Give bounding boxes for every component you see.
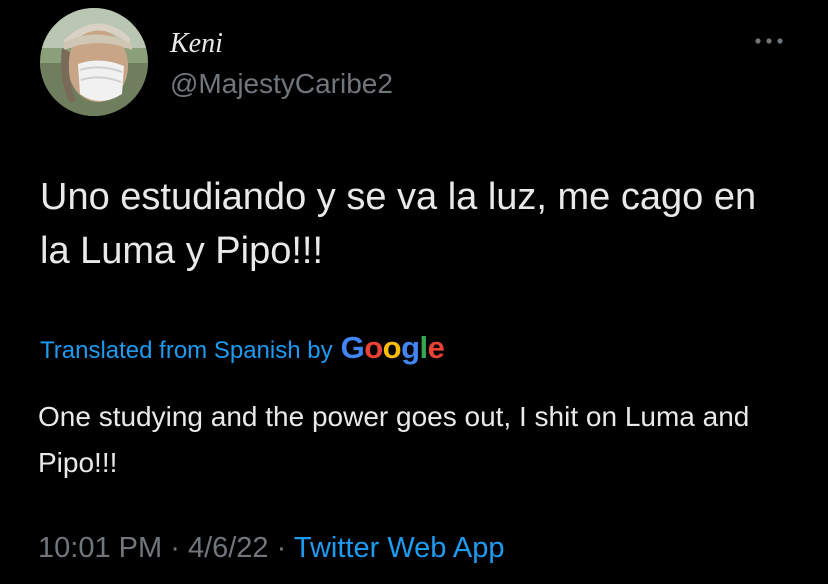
google-logo-letter: l — [419, 330, 429, 365]
google-logo-letter: g — [401, 330, 420, 365]
google-logo-letter: e — [427, 330, 445, 365]
author-handle[interactable]: @MajestyCaribe2 — [170, 68, 393, 100]
tweet-time[interactable]: 10:01 PM — [38, 532, 162, 564]
avatar[interactable] — [40, 8, 148, 116]
translation-label-link[interactable]: Translated from Spanish by — [40, 337, 333, 365]
tweet-source-link[interactable]: Twitter Web App — [294, 532, 505, 564]
more-options-button[interactable] — [752, 26, 786, 56]
google-logo: Google — [341, 330, 445, 366]
avatar-photo — [40, 8, 148, 116]
google-logo-letter: o — [364, 330, 383, 365]
google-logo-letter: G — [340, 330, 365, 365]
translated-text: One studying and the power goes out, I s… — [38, 401, 750, 478]
translation-attribution: Translated from Spanish by Google — [40, 330, 445, 366]
meta-separator: · — [276, 532, 287, 564]
tweet-text: Uno estudiando y se va la luz, me cago e… — [40, 176, 757, 272]
meta-separator: · — [170, 532, 180, 564]
tweet-metadata: 10:01 PM · 4/6/22 · Twitter Web App — [38, 528, 504, 568]
tweet-date[interactable]: 4/6/22 — [188, 532, 269, 564]
more-horizontal-icon — [755, 38, 783, 44]
google-logo-letter: o — [382, 330, 402, 365]
author-display-name[interactable]: Keni — [170, 28, 223, 60]
